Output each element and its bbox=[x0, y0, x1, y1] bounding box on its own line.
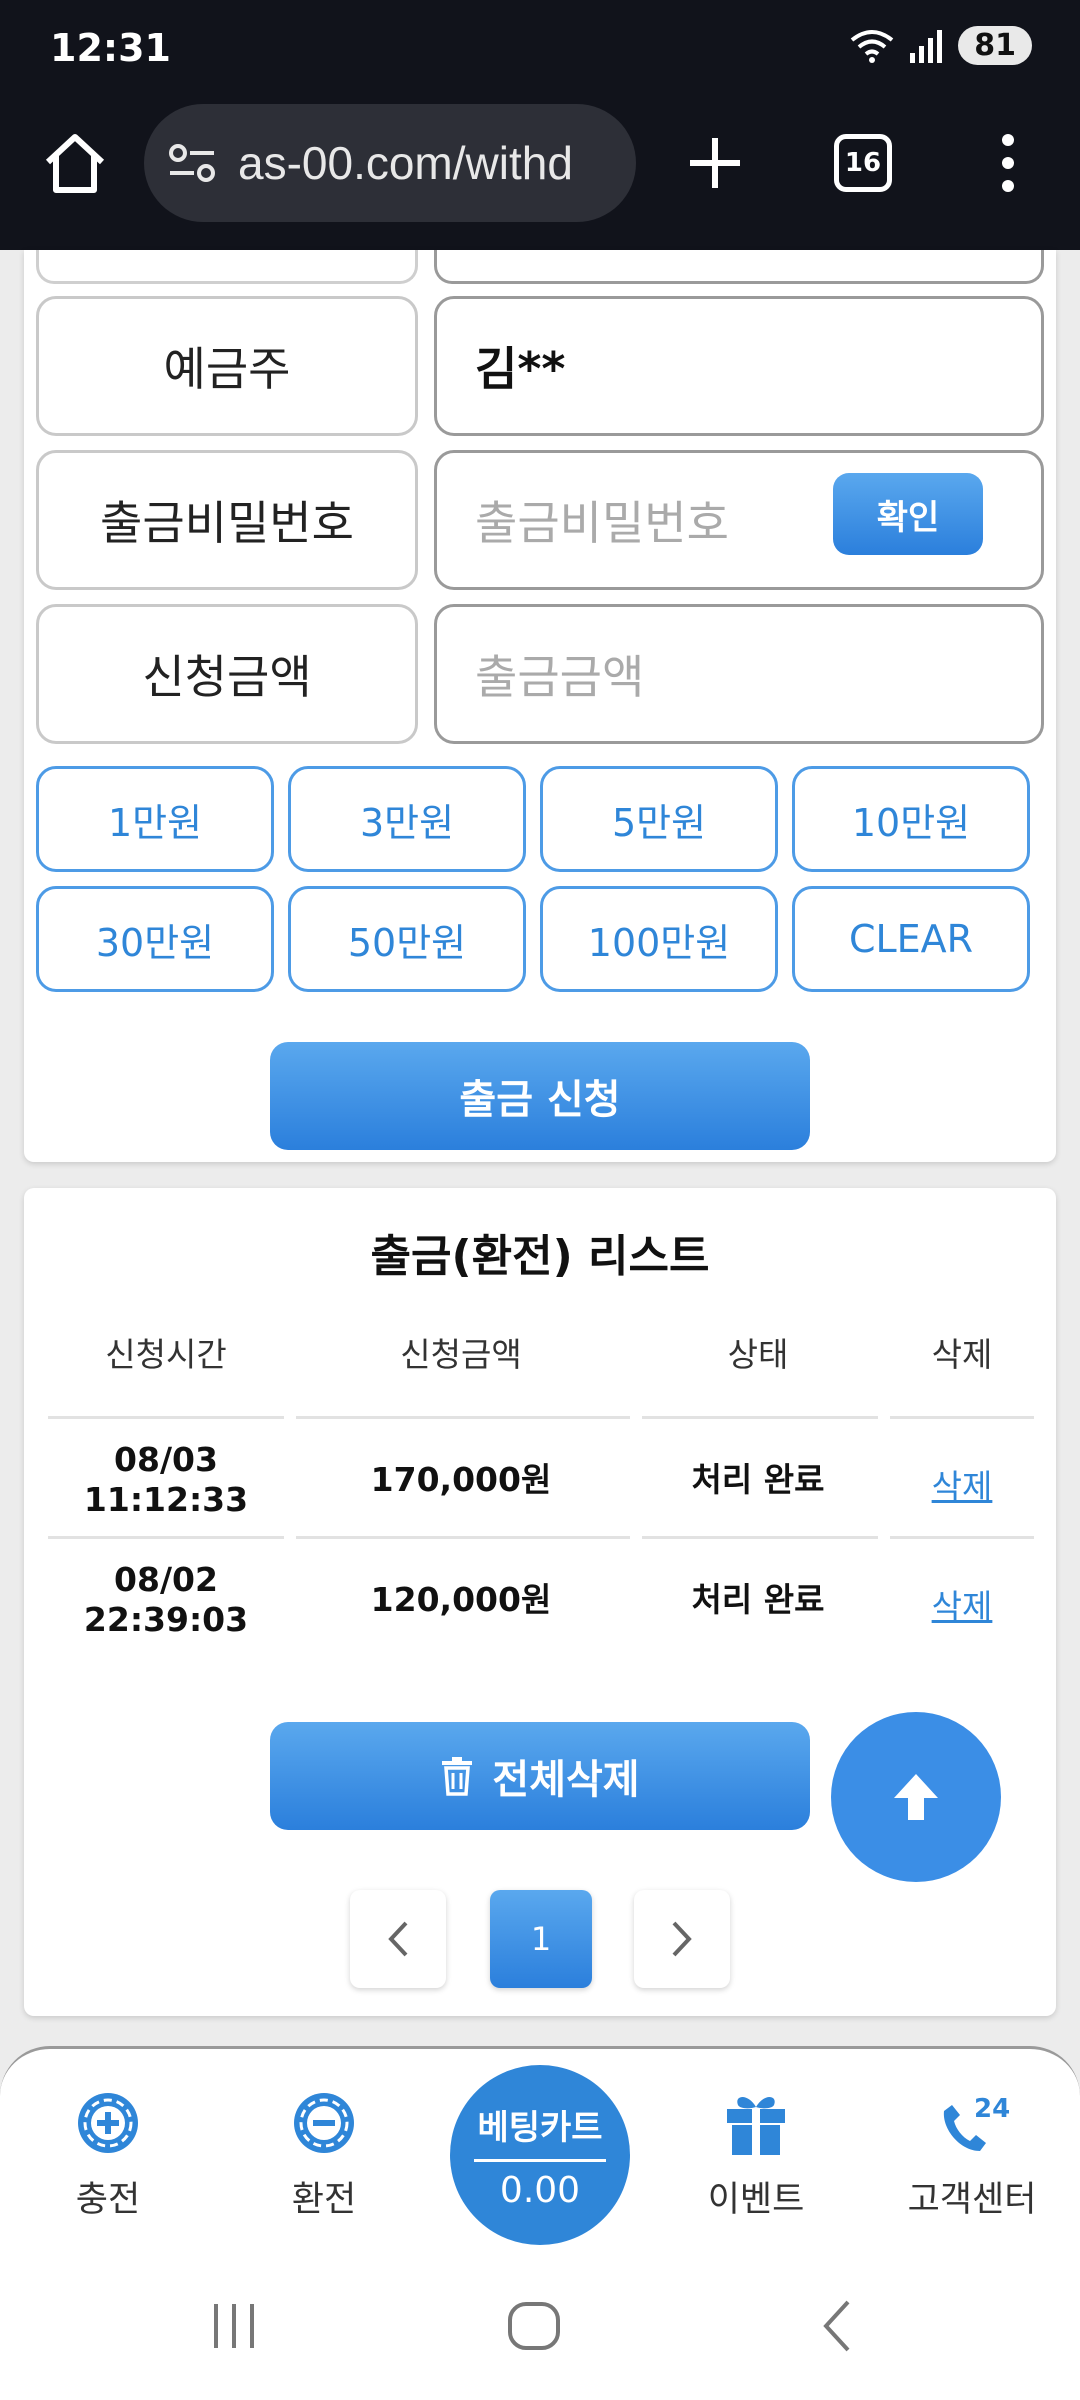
nav-charge-label: 충전 bbox=[75, 2180, 141, 2220]
confirm-password-button[interactable]: 확인 bbox=[833, 473, 983, 555]
depositor-label: 예금주 bbox=[36, 296, 418, 436]
home-icon[interactable] bbox=[40, 128, 110, 198]
nav-exchange-label: 환전 bbox=[291, 2180, 357, 2220]
header-divider bbox=[642, 1416, 878, 1419]
bet-cart-title: 베팅카트 bbox=[474, 2100, 606, 2162]
row-amount: 120,000원 bbox=[370, 1580, 552, 1619]
next-page-button[interactable] bbox=[634, 1890, 730, 1988]
row-delete-link[interactable]: 삭제 bbox=[890, 1460, 1034, 1508]
amount-300k-button[interactable]: 30만원 bbox=[36, 886, 274, 992]
recent-apps-icon[interactable] bbox=[204, 2296, 264, 2356]
phone-24-icon: 24 bbox=[943, 2094, 1010, 2151]
previous-label-box bbox=[36, 250, 418, 284]
amount-10k-button[interactable]: 1만원 bbox=[36, 766, 274, 872]
header-request-time: 신청시간 bbox=[105, 1335, 227, 1374]
nav-event[interactable]: 이벤트 bbox=[666, 2089, 846, 2222]
row-divider bbox=[890, 1536, 1034, 1539]
amount-label: 신청금액 bbox=[36, 604, 418, 744]
site-settings-icon[interactable] bbox=[168, 143, 216, 183]
amount-placeholder: 출금금액 bbox=[475, 650, 645, 704]
nav-support[interactable]: 24 고객센터 bbox=[882, 2089, 1062, 2222]
header-divider bbox=[48, 1416, 284, 1419]
bet-cart-value: 0.00 bbox=[499, 2169, 581, 2211]
nav-charge[interactable]: 충전 bbox=[18, 2089, 198, 2222]
back-icon[interactable] bbox=[812, 2296, 862, 2356]
page-button-current[interactable]: 1 bbox=[490, 1890, 592, 1988]
row-divider bbox=[296, 1536, 630, 1539]
password-placeholder: 출금비밀번호 bbox=[475, 496, 729, 550]
password-input[interactable]: 출금비밀번호 확인 bbox=[434, 450, 1044, 590]
exchange-minus-icon bbox=[294, 2093, 354, 2153]
row-time: 11:12:33 bbox=[83, 1480, 249, 1519]
header-divider bbox=[296, 1416, 630, 1419]
row-divider bbox=[48, 1536, 284, 1539]
list-title: 출금(환전) 리스트 bbox=[370, 1231, 710, 1282]
amount-50k-button[interactable]: 5만원 bbox=[540, 766, 778, 872]
charge-plus-icon bbox=[78, 2093, 138, 2153]
row-date: 08/03 bbox=[114, 1440, 218, 1479]
signal-icon bbox=[910, 29, 943, 63]
amount-500k-button[interactable]: 50만원 bbox=[288, 886, 526, 992]
amount-1m-button[interactable]: 100만원 bbox=[540, 886, 778, 992]
header-delete: 삭제 bbox=[931, 1335, 993, 1374]
chevron-right-icon bbox=[672, 1921, 692, 1957]
amount-100k-button[interactable]: 10만원 bbox=[792, 766, 1030, 872]
row-status: 처리 완료 bbox=[691, 1460, 825, 1499]
trash-icon bbox=[442, 1757, 473, 1796]
header-status: 상태 bbox=[727, 1335, 789, 1374]
previous-field-box bbox=[434, 250, 1044, 284]
tab-switcher-button[interactable]: 16 bbox=[834, 134, 892, 192]
amount-input[interactable]: 출금금액 bbox=[434, 604, 1044, 744]
row-divider bbox=[642, 1536, 878, 1539]
withdraw-submit-button[interactable]: 출금 신청 bbox=[270, 1042, 810, 1150]
bet-cart-button[interactable]: 베팅카트 0.00 bbox=[450, 2065, 630, 2245]
status-icons: 81 bbox=[850, 26, 1032, 65]
support-badge: 24 bbox=[974, 2094, 1010, 2124]
row-delete-link[interactable]: 삭제 bbox=[890, 1580, 1034, 1628]
nav-exchange[interactable]: 환전 bbox=[234, 2089, 414, 2222]
scroll-top-button[interactable] bbox=[831, 1712, 1001, 1882]
battery-indicator: 81 bbox=[958, 26, 1032, 65]
row-amount: 170,000원 bbox=[370, 1460, 552, 1499]
password-label: 출금비밀번호 bbox=[36, 450, 418, 590]
new-tab-icon[interactable] bbox=[680, 128, 750, 198]
amount-clear-button[interactable]: CLEAR bbox=[792, 886, 1030, 992]
delete-all-button[interactable]: 전체삭제 bbox=[270, 1722, 810, 1830]
row-status: 처리 완료 bbox=[691, 1580, 825, 1619]
bottom-navigation: 충전 환전 베팅카트 0.00 이벤트 24 고객센터 bbox=[0, 2046, 1080, 2266]
prev-page-button[interactable] bbox=[350, 1890, 446, 1988]
more-menu-icon[interactable] bbox=[988, 128, 1028, 198]
gift-icon bbox=[727, 2097, 785, 2155]
delete-all-label: 전체삭제 bbox=[492, 1757, 640, 1803]
browser-top-bar: 12:31 81 as-00.com/withd 16 bbox=[0, 0, 1080, 250]
url-bar[interactable]: as-00.com/withd bbox=[144, 104, 636, 222]
system-navigation-bar bbox=[0, 2266, 1080, 2400]
nav-event-label: 이벤트 bbox=[707, 2180, 805, 2220]
amount-30k-button[interactable]: 3만원 bbox=[288, 766, 526, 872]
home-nav-icon[interactable] bbox=[504, 2296, 564, 2356]
row-time-cell: 08/03 11:12:33 bbox=[48, 1440, 284, 1520]
header-request-amount: 신청금액 bbox=[400, 1335, 522, 1374]
withdraw-list-card: 출금(환전) 리스트 신청시간 신청금액 상태 삭제 08/03 11:12:3… bbox=[24, 1188, 1056, 2016]
arrow-up-icon bbox=[894, 1774, 938, 1820]
withdraw-form-card: 예금주 김** 출금비밀번호 출금비밀번호 확인 신청금액 출금금액 1만원 3… bbox=[24, 250, 1056, 1162]
wifi-icon bbox=[851, 29, 894, 63]
header-divider bbox=[890, 1416, 1034, 1419]
depositor-field: 김** bbox=[434, 296, 1044, 436]
row-time-cell: 08/02 22:39:03 bbox=[48, 1560, 284, 1640]
row-time: 22:39:03 bbox=[83, 1600, 249, 1639]
chevron-left-icon bbox=[388, 1921, 408, 1957]
status-time: 12:31 bbox=[50, 26, 171, 70]
nav-support-label: 고객센터 bbox=[907, 2180, 1037, 2220]
row-date: 08/02 bbox=[114, 1560, 218, 1599]
url-text[interactable]: as-00.com/withd bbox=[238, 136, 573, 190]
